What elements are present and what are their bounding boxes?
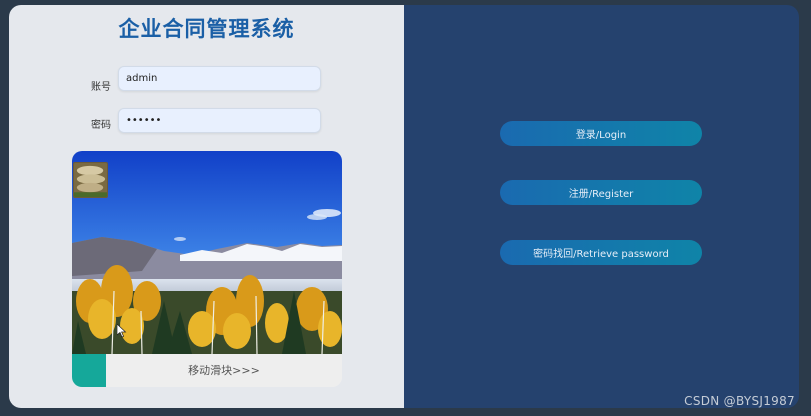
- slider-track[interactable]: 移动滑块>>>: [72, 354, 342, 387]
- password-input[interactable]: [118, 108, 321, 133]
- login-button[interactable]: 登录/Login: [500, 121, 702, 146]
- password-label: 密码: [91, 120, 111, 131]
- slider-handle[interactable]: [72, 354, 106, 387]
- watermark: CSDN @BYSJ1987: [684, 394, 795, 408]
- retrieve-password-button[interactable]: 密码找回/Retrieve password: [500, 240, 702, 265]
- login-form-panel: 企业合同管理系统 账号 密码: [9, 5, 404, 408]
- slider-hint-text: 移动滑块>>>: [188, 364, 260, 377]
- slider-captcha: 移动滑块>>>: [72, 151, 342, 387]
- mouse-cursor-icon: [117, 324, 127, 338]
- username-label: 账号: [91, 82, 111, 93]
- actions-panel: 登录/Login 注册/Register 密码找回/Retrieve passw…: [404, 5, 799, 408]
- page-title: 企业合同管理系统: [118, 17, 295, 41]
- username-input[interactable]: [118, 66, 321, 91]
- register-button[interactable]: 注册/Register: [500, 180, 702, 205]
- puzzle-piece-icon[interactable]: [73, 162, 108, 198]
- captcha-image: [72, 151, 342, 354]
- app-window: 企业合同管理系统 账号 密码: [9, 5, 799, 408]
